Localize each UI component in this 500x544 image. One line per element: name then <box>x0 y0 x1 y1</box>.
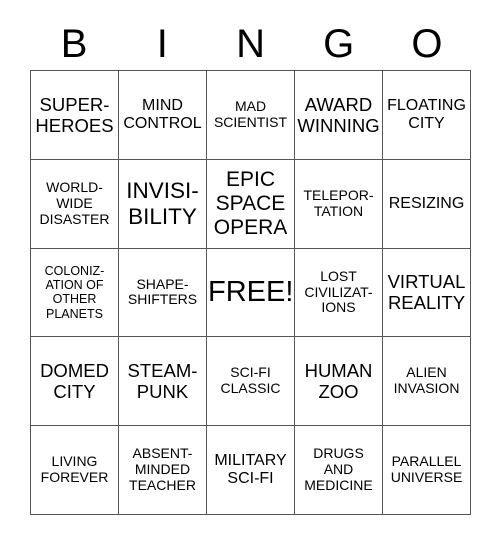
bingo-cell-label: HUMAN ZOO <box>304 360 373 403</box>
bingo-cell-label: AWARD WINNING <box>297 93 380 136</box>
header-letter-i: I <box>156 22 168 66</box>
bingo-cell-label: STEAM- PUNK <box>127 360 198 403</box>
header-letter-g: G <box>323 22 355 66</box>
bingo-cell-label: MILITARY SCI-FI <box>214 451 287 488</box>
bingo-cell-free[interactable]: FREE! <box>207 248 295 338</box>
bingo-cell-label: RESIZING <box>388 194 465 212</box>
header-letter-b: B <box>60 22 88 66</box>
bingo-cell-label: ABSENT- MINDED TEACHER <box>129 445 196 494</box>
bingo-cell[interactable]: MIND CONTROL <box>119 71 207 160</box>
bingo-grid: SUPER- HEROES MIND CONTROL MAD SCIENTIST AW… <box>30 70 471 515</box>
bingo-cell-label: FREE! <box>208 275 294 308</box>
bingo-cell-label: FLOATING CITY <box>387 96 466 132</box>
bingo-cell[interactable]: HUMAN ZOO <box>295 337 383 427</box>
bingo-header-row: B I N G O <box>30 18 471 70</box>
bingo-cell[interactable]: VIRTUAL REALITY <box>383 248 471 338</box>
bingo-cell[interactable]: SCI-FI CLASSIC <box>207 337 295 427</box>
bingo-cell-label: MAD SCIENTIST <box>213 97 288 130</box>
bingo-cell[interactable]: MAD SCIENTIST <box>207 71 295 160</box>
bingo-cell[interactable]: AWARD WINNING <box>295 71 383 160</box>
bingo-cell[interactable]: LOST CIVILIZAT- IONS <box>295 248 383 338</box>
bingo-cell[interactable]: WORLD- WIDE DISASTER <box>31 159 119 249</box>
bingo-cell-label: TELEPOR- TATION <box>303 186 374 219</box>
bingo-cell[interactable]: SHAPE- SHIFTERS <box>119 248 207 338</box>
bingo-card: B I N G O SUPER- HEROES MIND CONTROL MAD S… <box>0 0 500 544</box>
bingo-cell-label: DOMED CITY <box>40 360 109 403</box>
bingo-cell[interactable]: SUPER- HEROES <box>31 71 119 160</box>
bingo-cell-label: INVISI- BILITY <box>126 178 199 229</box>
bingo-cell-label: LOST CIVILIZAT- IONS <box>304 267 373 316</box>
bingo-cell[interactable]: RESIZING <box>383 159 471 249</box>
bingo-cell-label: MIND CONTROL <box>123 96 202 132</box>
bingo-cell-label: LIVING FOREVER <box>40 453 109 486</box>
header-letter-o: O <box>411 22 443 66</box>
bingo-cell[interactable]: STEAM- PUNK <box>119 337 207 427</box>
bingo-cell-label: DRUGS AND MEDICINE <box>304 445 373 494</box>
bingo-cell-label: ALIEN INVASION <box>393 364 460 397</box>
bingo-cell-label: EPIC SPACE OPERA <box>213 167 288 239</box>
bingo-cell-label: SUPER- HEROES <box>35 93 114 136</box>
bingo-cell[interactable]: INVISI- BILITY <box>119 159 207 249</box>
bingo-cell[interactable]: ABSENT- MINDED TEACHER <box>119 426 207 515</box>
bingo-cell[interactable]: MILITARY SCI-FI <box>207 426 295 515</box>
bingo-cell-label: WORLD- WIDE DISASTER <box>39 178 110 227</box>
bingo-cell[interactable]: LIVING FOREVER <box>31 426 119 515</box>
bingo-cell[interactable]: COLONIZ- ATION OF OTHER PLANETS <box>31 248 119 338</box>
bingo-cell-label: SHAPE- SHIFTERS <box>127 275 198 308</box>
bingo-cell-label: SCI-FI CLASSIC <box>220 364 281 397</box>
header-letter-n: N <box>236 22 265 66</box>
bingo-cell-label: VIRTUAL REALITY <box>387 271 466 314</box>
bingo-cell[interactable]: FLOATING CITY <box>383 71 471 160</box>
bingo-cell[interactable]: PARALLEL UNIVERSE <box>383 426 471 515</box>
bingo-cell[interactable]: ALIEN INVASION <box>383 337 471 427</box>
bingo-cell[interactable]: DOMED CITY <box>31 337 119 427</box>
bingo-cell[interactable]: DRUGS AND MEDICINE <box>295 426 383 515</box>
bingo-cell-label: PARALLEL UNIVERSE <box>390 453 463 486</box>
bingo-cell[interactable]: EPIC SPACE OPERA <box>207 159 295 249</box>
bingo-cell[interactable]: TELEPOR- TATION <box>295 159 383 249</box>
bingo-cell-label: COLONIZ- ATION OF OTHER PLANETS <box>44 263 105 321</box>
